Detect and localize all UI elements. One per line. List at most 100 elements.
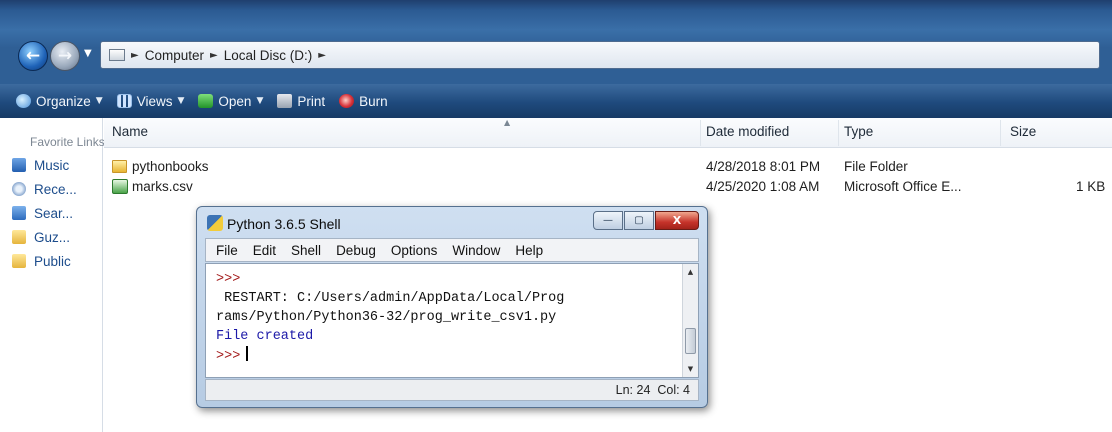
- maximize-icon: ▢: [634, 215, 644, 226]
- column-header-type[interactable]: Type: [844, 124, 873, 139]
- address-bar[interactable]: ► Computer ► Local Disc (D:) ►: [100, 41, 1100, 69]
- shell-menu-bar: File Edit Shell Debug Options Window Hel…: [205, 238, 699, 262]
- views-label: Views: [136, 93, 173, 109]
- shell-prompt: >>>: [216, 349, 241, 364]
- program-output: File created: [216, 329, 314, 344]
- open-label: Open: [218, 93, 252, 109]
- column-header-row: ▲ Name Date modified Type Size: [104, 118, 1112, 148]
- forward-button[interactable]: →: [50, 41, 80, 71]
- chevron-right-icon[interactable]: ►: [131, 50, 139, 61]
- column-header-name[interactable]: Name: [112, 124, 148, 139]
- vertical-scrollbar[interactable]: ▲ ▼: [682, 264, 698, 377]
- close-button[interactable]: X: [655, 211, 699, 230]
- printer-icon: [277, 94, 293, 108]
- sidebar-item-label: Sear...: [34, 205, 74, 221]
- folder-icon: [12, 230, 26, 244]
- excel-file-icon: [112, 179, 128, 194]
- column-header-date[interactable]: Date modified: [706, 124, 789, 139]
- burn-label: Burn: [359, 93, 388, 109]
- command-toolbar: Organize ▼ Views ▼ Open ▼ Print Burn: [0, 84, 1112, 118]
- sidebar-item-label: Guz...: [34, 229, 71, 245]
- arrow-left-icon: ←: [25, 46, 41, 66]
- sidebar-item-label: Public: [34, 253, 71, 269]
- folder-icon: [12, 254, 26, 268]
- chevron-down-icon: ▼: [177, 96, 185, 106]
- sidebar-item-label: Music: [34, 157, 70, 173]
- views-button[interactable]: Views ▼: [116, 93, 185, 109]
- computer-icon: [109, 49, 125, 61]
- shell-status-bar: Ln: 24 Col: 4: [205, 379, 699, 401]
- sidebar-item-recent[interactable]: Rece...: [12, 178, 77, 200]
- sidebar-item-searches[interactable]: Sear...: [12, 202, 73, 224]
- file-row[interactable]: marks.csv 4/25/2020 1:08 AM Microsoft Of…: [104, 177, 1112, 197]
- recent-pages-dropdown[interactable]: ▼: [84, 48, 92, 59]
- window-controls: — ▢ X: [593, 211, 699, 230]
- chevron-down-icon: ▼: [256, 96, 264, 106]
- back-button[interactable]: ←: [18, 41, 48, 71]
- favorite-links-title: Favorite Links: [30, 135, 105, 149]
- file-row[interactable]: pythonbooks 4/28/2018 8:01 PM File Folde…: [104, 157, 1112, 177]
- column-divider[interactable]: [838, 120, 839, 146]
- organize-button[interactable]: Organize ▼: [16, 94, 103, 109]
- menu-debug[interactable]: Debug: [336, 243, 376, 258]
- file-type: Microsoft Office E...: [844, 179, 962, 194]
- print-label: Print: [297, 93, 326, 109]
- open-icon: [198, 94, 214, 108]
- arrow-right-icon: →: [57, 46, 73, 66]
- music-icon: [12, 158, 26, 172]
- minimize-button[interactable]: —: [593, 211, 623, 230]
- minimize-icon: —: [603, 215, 613, 226]
- shell-text[interactable]: >>> RESTART: C:/Users/admin/AppData/Loca…: [216, 270, 564, 366]
- navigation-bar: ← → ▼ ► Computer ► Local Disc (D:) ►: [0, 34, 1112, 78]
- scrollbar-thumb[interactable]: [685, 328, 696, 354]
- breadcrumb-local-disc[interactable]: Local Disc (D:): [224, 48, 313, 63]
- sidebar-item-user[interactable]: Guz...: [12, 226, 70, 248]
- menu-edit[interactable]: Edit: [253, 243, 276, 258]
- sidebar-item-label: Rece...: [34, 181, 77, 197]
- menu-file[interactable]: File: [216, 243, 238, 258]
- scroll-up-icon[interactable]: ▲: [683, 264, 698, 280]
- chevron-right-icon[interactable]: ►: [318, 50, 326, 61]
- column-divider[interactable]: [700, 120, 701, 146]
- shell-output-area[interactable]: >>> RESTART: C:/Users/admin/AppData/Loca…: [205, 263, 699, 378]
- menu-shell[interactable]: Shell: [291, 243, 321, 258]
- sidebar-item-music[interactable]: Music: [12, 154, 69, 176]
- views-icon: [116, 94, 132, 108]
- column-header-size[interactable]: Size: [1010, 124, 1036, 139]
- file-type: File Folder: [844, 159, 908, 174]
- sort-ascending-icon: ▲: [504, 118, 511, 127]
- scroll-down-icon[interactable]: ▼: [683, 361, 698, 377]
- shell-window-title: Python 3.6.5 Shell: [227, 216, 341, 232]
- shell-prompt: >>>: [216, 272, 241, 287]
- search-folder-icon: [12, 206, 26, 220]
- file-date: 4/25/2020 1:08 AM: [706, 179, 820, 194]
- file-date: 4/28/2018 8:01 PM: [706, 159, 821, 174]
- file-name: marks.csv: [132, 179, 193, 194]
- python-shell-window[interactable]: Python 3.6.5 Shell — ▢ X File Edit Shell…: [196, 206, 708, 408]
- breadcrumb-computer[interactable]: Computer: [145, 48, 204, 63]
- recent-icon: [12, 182, 26, 196]
- column-divider[interactable]: [1000, 120, 1001, 146]
- open-button[interactable]: Open ▼: [198, 94, 263, 109]
- favorite-links-pane: Favorite Links Music Rece... Sear... Guz…: [0, 118, 105, 432]
- python-logo-icon: [207, 215, 223, 231]
- chevron-down-icon: ▼: [95, 96, 103, 106]
- close-icon: X: [672, 214, 682, 227]
- maximize-button[interactable]: ▢: [624, 211, 654, 230]
- burn-button[interactable]: Burn: [339, 94, 388, 109]
- file-name: pythonbooks: [132, 159, 209, 174]
- menu-window[interactable]: Window: [452, 243, 500, 258]
- organize-icon: [16, 94, 31, 108]
- organize-label: Organize: [36, 93, 91, 109]
- menu-help[interactable]: Help: [515, 243, 543, 258]
- sidebar-item-public[interactable]: Public: [12, 250, 71, 272]
- text-cursor: [246, 346, 249, 361]
- cursor-position: Ln: 24 Col: 4: [615, 383, 690, 397]
- burn-disc-icon: [339, 94, 355, 108]
- restart-line: RESTART: C:/Users/admin/AppData/Local/Pr…: [216, 291, 565, 306]
- print-button[interactable]: Print: [277, 94, 325, 109]
- menu-options[interactable]: Options: [391, 243, 438, 258]
- restart-line-continued: rams/Python/Python36-32/prog_write_csv1.…: [216, 310, 557, 325]
- chevron-right-icon[interactable]: ►: [210, 50, 218, 61]
- chevron-down-icon: ▼: [84, 48, 92, 59]
